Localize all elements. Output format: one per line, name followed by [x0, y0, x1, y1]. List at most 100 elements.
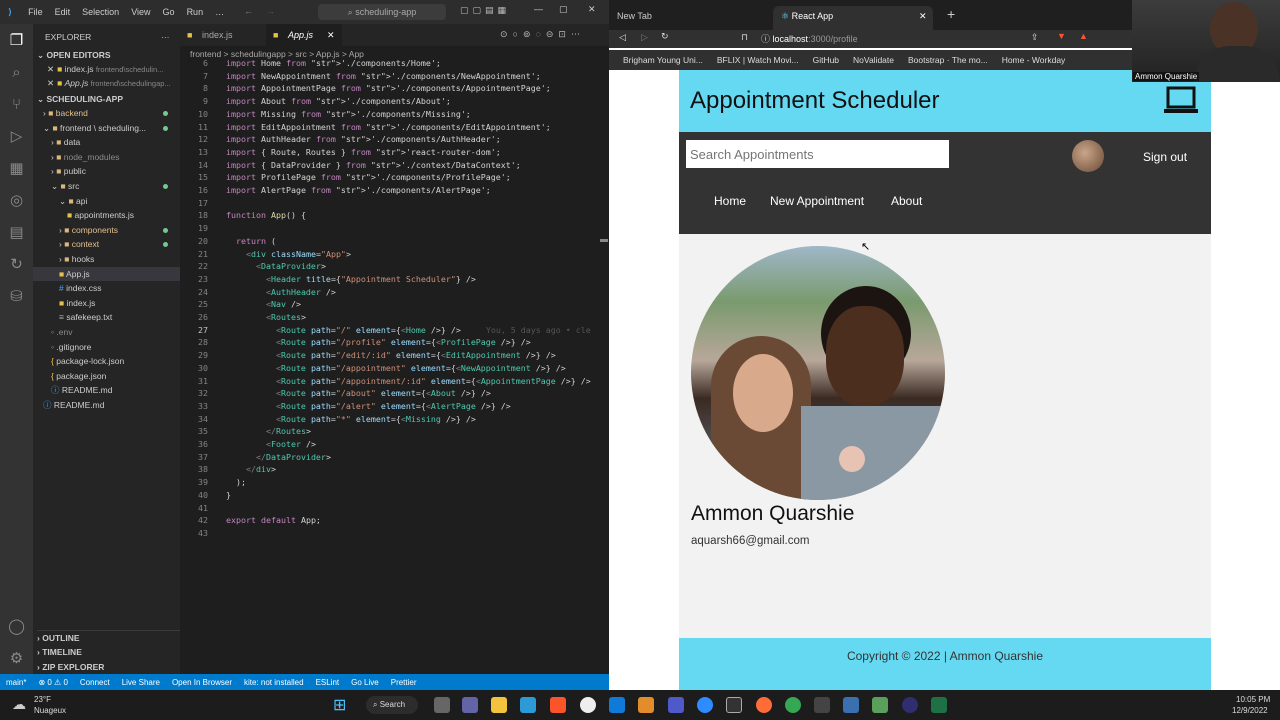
weather-icon[interactable]: ☁	[12, 696, 26, 713]
menu-item[interactable]: Edit	[55, 7, 71, 17]
code-line[interactable]: </Routes>	[226, 426, 311, 436]
code-line[interactable]: import AppointmentPage from "str">'./com…	[226, 83, 551, 93]
editor-actions-icons[interactable]: ⊙○⊚◌⊝⊡⋯	[500, 29, 585, 40]
obs-icon[interactable]	[902, 697, 918, 713]
tree-item[interactable]: ■ App.js	[33, 266, 180, 281]
code-line[interactable]: <Route path="/" element={<Home />} /> Yo…	[226, 325, 591, 335]
explorer-icon[interactable]: ❐	[0, 24, 33, 56]
nav-new-appointment[interactable]: New Appointment	[770, 194, 864, 208]
back-icon[interactable]: ◁	[619, 32, 626, 43]
layout-icons[interactable]: ▢▢▤▦	[460, 5, 510, 16]
timeline-panel[interactable]: › TIMELINE	[37, 645, 184, 659]
tree-item[interactable]: › ■ components	[33, 223, 180, 237]
code-line[interactable]: import Missing from "str">'./components/…	[226, 109, 471, 119]
chrome-icon[interactable]	[785, 697, 801, 713]
tree-item[interactable]: ■ index.js	[33, 296, 180, 310]
open-editor-item[interactable]: ✕ ■ App.js frontend\schedulingap...	[33, 76, 180, 90]
search-icon[interactable]: ⌕	[0, 56, 33, 88]
code-line[interactable]: export default App;	[226, 515, 321, 525]
database-icon[interactable]: ⛁	[0, 280, 33, 312]
postman-icon[interactable]	[756, 697, 772, 713]
weather-temp[interactable]: 23°F	[34, 695, 51, 704]
tab-app-js[interactable]: ■ App.js ✕	[266, 24, 342, 46]
vscode-icon[interactable]	[609, 697, 625, 713]
code-line[interactable]: <Nav />	[226, 299, 301, 309]
bookmark-item[interactable]: GitHub	[813, 55, 839, 65]
forward-icon[interactable]: ▷	[641, 32, 648, 43]
files-icon[interactable]: ▤	[0, 216, 33, 248]
sublime-icon[interactable]	[638, 697, 654, 713]
chat-icon[interactable]	[462, 697, 478, 713]
open-editors-header[interactable]: ⌄ OPEN EDITORS	[37, 48, 184, 62]
scrollbar[interactable]	[600, 239, 608, 242]
clock-time[interactable]: 10:05 PM	[1236, 695, 1270, 704]
status-item[interactable]: ⊗ 0 ⚠ 0	[38, 678, 67, 687]
code-line[interactable]: }	[226, 490, 231, 500]
zip-explorer-panel[interactable]: › ZIP EXPLORER	[37, 660, 184, 674]
task-view-icon[interactable]	[434, 697, 450, 713]
code-line[interactable]: </div>	[226, 464, 276, 474]
start-windows-icon[interactable]: ⊞	[333, 695, 346, 715]
tab-new-tab[interactable]: New Tab	[609, 6, 769, 30]
more-actions-icon[interactable]: ···	[161, 30, 177, 44]
tree-item[interactable]: › ■ hooks	[33, 252, 180, 266]
status-item[interactable]: Prettier	[391, 678, 417, 687]
code-line[interactable]: <Route path="/about" element={<About />}…	[226, 388, 491, 398]
tree-item[interactable]: ⌄ ■ frontend \ scheduling...	[33, 121, 180, 135]
code-line[interactable]: );	[226, 477, 246, 487]
menu-item[interactable]: File	[28, 7, 43, 17]
code-line[interactable]: <Header title={"Appointment Scheduler"} …	[226, 274, 476, 284]
remote-icon[interactable]: ◎	[0, 184, 33, 216]
close-tab-icon[interactable]: ✕	[327, 24, 335, 46]
share-icon[interactable]: ⇪	[1031, 32, 1039, 43]
tree-item[interactable]: ≡ safekeep.txt	[33, 310, 180, 324]
code-line[interactable]: import AuthHeader from "str">'./componen…	[226, 134, 501, 144]
tree-item[interactable]: ■ appointments.js	[33, 208, 180, 222]
code-line[interactable]: <AuthHeader />	[226, 287, 336, 297]
status-item[interactable]: Open In Browser	[172, 678, 232, 687]
terminal-icon[interactable]	[726, 697, 742, 713]
tree-item[interactable]: › ■ backend	[33, 106, 180, 120]
app-icon[interactable]	[580, 697, 596, 713]
bookmark-item[interactable]: Home - Workday	[1002, 55, 1066, 65]
code-line[interactable]: function App() {	[226, 210, 306, 220]
code-line[interactable]: <Route path="/appointment" element={<New…	[226, 363, 566, 373]
bookmark-icon[interactable]: ⊓	[741, 32, 748, 43]
extensions-icon[interactable]: ▦	[0, 152, 33, 184]
excel-icon[interactable]	[931, 697, 947, 713]
open-editor-item[interactable]: ✕ ■ index.js frontend\schedulin...	[33, 62, 180, 76]
tab-index-js[interactable]: ■ index.js	[180, 24, 266, 46]
tree-item[interactable]: ⌄ ■ api	[33, 194, 180, 208]
close-tab-icon[interactable]: ✕	[919, 6, 927, 26]
nav-about[interactable]: About	[891, 194, 922, 208]
code-line[interactable]: import EditAppointment from "str">'./com…	[226, 122, 551, 132]
tree-item[interactable]: ⓘ README.md	[33, 398, 180, 412]
tree-item[interactable]: ◦ .gitignore	[33, 340, 180, 354]
run-debug-icon[interactable]: ▷	[0, 120, 33, 152]
code-line[interactable]: import AlertPage from "str">'./component…	[226, 185, 491, 195]
nav-forward-icon[interactable]: →	[266, 6, 275, 16]
code-line[interactable]: import About from "str">'./components/Ab…	[226, 96, 451, 106]
taskbar-search[interactable]: ⌕ Search	[366, 696, 418, 714]
code-line[interactable]: <Routes>	[226, 312, 306, 322]
live-share-icon[interactable]: ↻	[0, 248, 33, 280]
menu-item[interactable]: Selection	[82, 7, 119, 17]
close-icon[interactable]: ✕	[47, 64, 54, 74]
code-line[interactable]: import ProfilePage from "str">'./compone…	[226, 172, 511, 182]
status-item[interactable]: ESLint	[316, 678, 340, 687]
bookmark-item[interactable]: BFLIX | Watch Movi...	[717, 55, 799, 65]
brave-rewards-icon[interactable]: ▲	[1079, 31, 1088, 41]
nav-home[interactable]: Home	[714, 194, 746, 208]
brave-icon[interactable]	[550, 697, 566, 713]
close-icon[interactable]: ✕	[47, 78, 54, 88]
sign-out-button[interactable]: Sign out	[1143, 150, 1187, 164]
code-line[interactable]: <div className="App">	[226, 249, 351, 259]
source-control-icon[interactable]: ⑂	[0, 88, 33, 120]
new-tab-button[interactable]: +	[939, 4, 955, 28]
status-item[interactable]: Live Share	[122, 678, 160, 687]
code-line[interactable]: import { DataProvider } from "str">'./co…	[226, 160, 521, 170]
tree-item[interactable]: ⓘ README.md	[33, 383, 180, 397]
tree-item[interactable]: › ■ context	[33, 237, 180, 251]
code-line[interactable]: <Footer />	[226, 439, 316, 449]
nav-back-icon[interactable]: ←	[244, 6, 253, 16]
